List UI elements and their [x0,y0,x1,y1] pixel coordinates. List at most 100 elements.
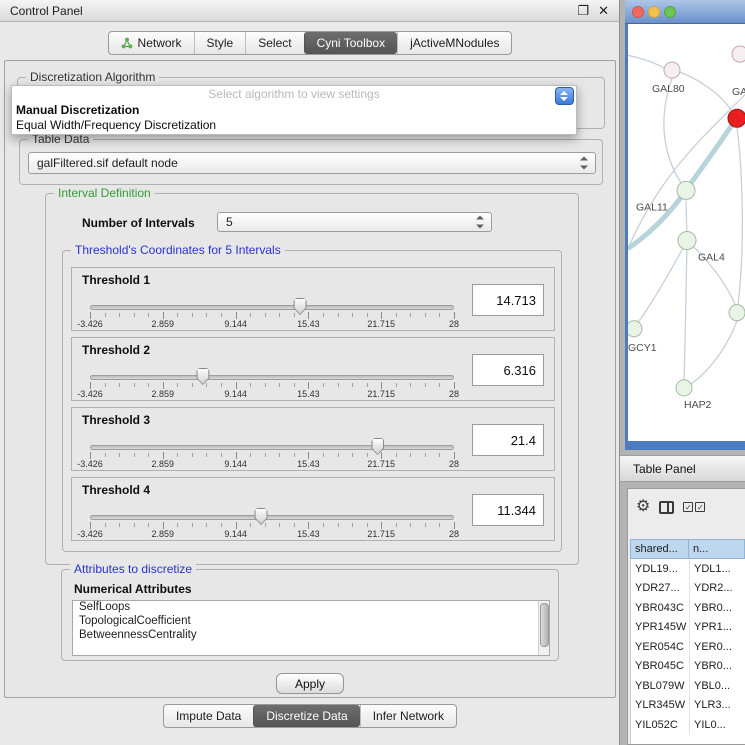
tab-infer-network[interactable]: Infer Network [360,705,456,727]
tick-mark [425,313,426,317]
node[interactable] [729,305,745,321]
threshold-2-label: Threshold 2 [82,343,150,357]
column-header-shared-name[interactable]: shared... [630,539,688,559]
list-item[interactable]: SelfLoops [73,601,549,615]
threshold-2-slider[interactable]: -3.4262.8599.14415.4321.71528 [90,368,454,400]
scale-label: 15.43 [297,389,320,399]
algorithm-combo-arrow-button[interactable] [555,87,574,105]
table-row[interactable]: YPR145WYPR1... [631,618,745,638]
tab-network[interactable]: Network [109,32,194,54]
table-data-combo[interactable]: galFiltered.sif default node [28,152,596,174]
tick-mark [163,452,164,459]
slider-track[interactable] [90,445,454,450]
cell-name: YLR3... [689,696,745,716]
tick-mark [352,313,353,317]
interval-definition-group: Interval Definition Number of Intervals … [45,193,579,565]
tab-impute-data[interactable]: Impute Data [164,705,253,727]
close-window-button[interactable]: ✕ [598,4,609,17]
node[interactable] [677,181,695,199]
apply-button[interactable]: Apply [276,673,344,694]
tick-mark [250,523,251,527]
table-row[interactable]: YIL052CYIL0... [631,715,745,735]
table-panel-window: ⚙ ✓ ✓ shared... n... YDL19...YDL1... YDR… [627,488,745,745]
tick-mark [206,383,207,387]
numerical-attributes-list: SelfLoops TopologicalCoefficient Between… [72,600,550,656]
table-row[interactable]: YDL19...YDL1... [631,559,745,579]
cell-name: YBR0... [689,657,745,677]
tab-select[interactable]: Select [245,32,303,54]
tick-mark [439,453,440,457]
tab-discretize-data[interactable]: Discretize Data [253,705,359,727]
tick-mark [134,313,135,317]
column-header-name[interactable]: n... [688,539,745,559]
tick-mark [148,313,149,317]
checkbox-icon[interactable]: ✓ [683,502,693,512]
slider-track[interactable] [90,305,454,310]
number-of-intervals-combo[interactable]: 5 [217,212,492,232]
close-traffic-light[interactable] [632,6,644,18]
zoom-traffic-light[interactable] [664,6,676,18]
node[interactable] [732,46,745,62]
slider-track[interactable] [90,515,454,520]
tick-mark [163,522,164,529]
table-row[interactable]: YBR043CYBR0... [631,598,745,618]
algorithm-option-equal-width[interactable]: Equal Width/Frequency Discretization [12,118,576,133]
threshold-3-value-field[interactable]: 21.4 [472,424,544,456]
tab-jactivemnodules[interactable]: jActiveMNodules [397,32,511,54]
node-label: GAL11 [636,201,668,213]
gear-icon[interactable]: ⚙ [636,499,650,515]
tick-mark [265,453,266,457]
network-canvas[interactable]: GAL80 GA GAL11 GAL4 GCY1 HAP2 [628,24,745,441]
group-title: Discretization Algorithm [26,70,159,84]
node[interactable] [628,321,642,337]
tick-mark [105,453,106,457]
threshold-2-value-field[interactable]: 6.316 [472,354,544,386]
threshold-4-slider[interactable]: -3.4262.8599.14415.4321.71528 [90,508,454,540]
algorithm-option-manual[interactable]: Manual Discretization [12,103,576,118]
scale-label: 9.144 [224,459,247,469]
minimize-traffic-light[interactable] [648,6,660,18]
cyni-toolbox-panel: Discretization Algorithm Select algorith… [4,60,616,698]
table-row[interactable]: YBR045CYBR0... [631,657,745,677]
threshold-1-value-field[interactable]: 14.713 [472,284,544,316]
threshold-1-label: Threshold 1 [82,273,150,287]
algorithm-combo-placeholder[interactable]: Select algorithm to view settings [12,86,576,103]
checkbox-icon[interactable]: ✓ [695,502,705,512]
scale-label: 2.859 [152,319,175,329]
table-row[interactable]: YLR345WYLR3... [631,696,745,716]
threshold-3-slider[interactable]: -3.4262.8599.14415.4321.71528 [90,438,454,470]
group-title: Threshold's Coordinates for 5 Intervals [71,243,285,257]
tick-mark [265,523,266,527]
table-row[interactable]: YBL079WYBL0... [631,676,745,696]
list-item[interactable]: BetweennessCentrality [73,629,549,643]
selected-node[interactable] [728,109,745,127]
tick-mark [177,453,178,457]
threshold-3-panel: Threshold 3 -3.4262.8599.14415.4321.7152… [71,407,555,471]
scale-label: 28 [449,319,459,329]
node[interactable] [676,380,692,396]
node[interactable] [678,231,696,249]
list-scrollbar[interactable] [538,601,549,655]
slider-track[interactable] [90,375,454,380]
node[interactable] [664,62,680,78]
scale-label: 15.43 [297,319,320,329]
tab-style[interactable]: Style [194,32,246,54]
scale-label: 15.43 [297,529,320,539]
tick-mark [308,522,309,529]
tick-mark [192,313,193,317]
tick-mark [367,383,368,387]
slider-scale: -3.4262.8599.14415.4321.71528 [90,389,454,400]
cell-shared: YPR145W [631,621,689,633]
column-browser-icon[interactable] [659,501,674,514]
tick-mark [352,383,353,387]
tab-cyni-toolbox[interactable]: Cyni Toolbox [304,32,397,54]
tick-mark [90,452,91,459]
threshold-4-value-field[interactable]: 11.344 [472,494,544,526]
float-window-button[interactable]: ❐ [577,4,589,17]
table-row[interactable]: YER054CYER0... [631,637,745,657]
tick-mark [323,313,324,317]
threshold-1-slider[interactable]: -3.4262.8599.14415.4321.71528 [90,298,454,330]
network-window-titlebar [625,0,745,24]
table-row[interactable]: YDR27...YDR2... [631,579,745,599]
list-item[interactable]: TopologicalCoefficient [73,615,549,629]
